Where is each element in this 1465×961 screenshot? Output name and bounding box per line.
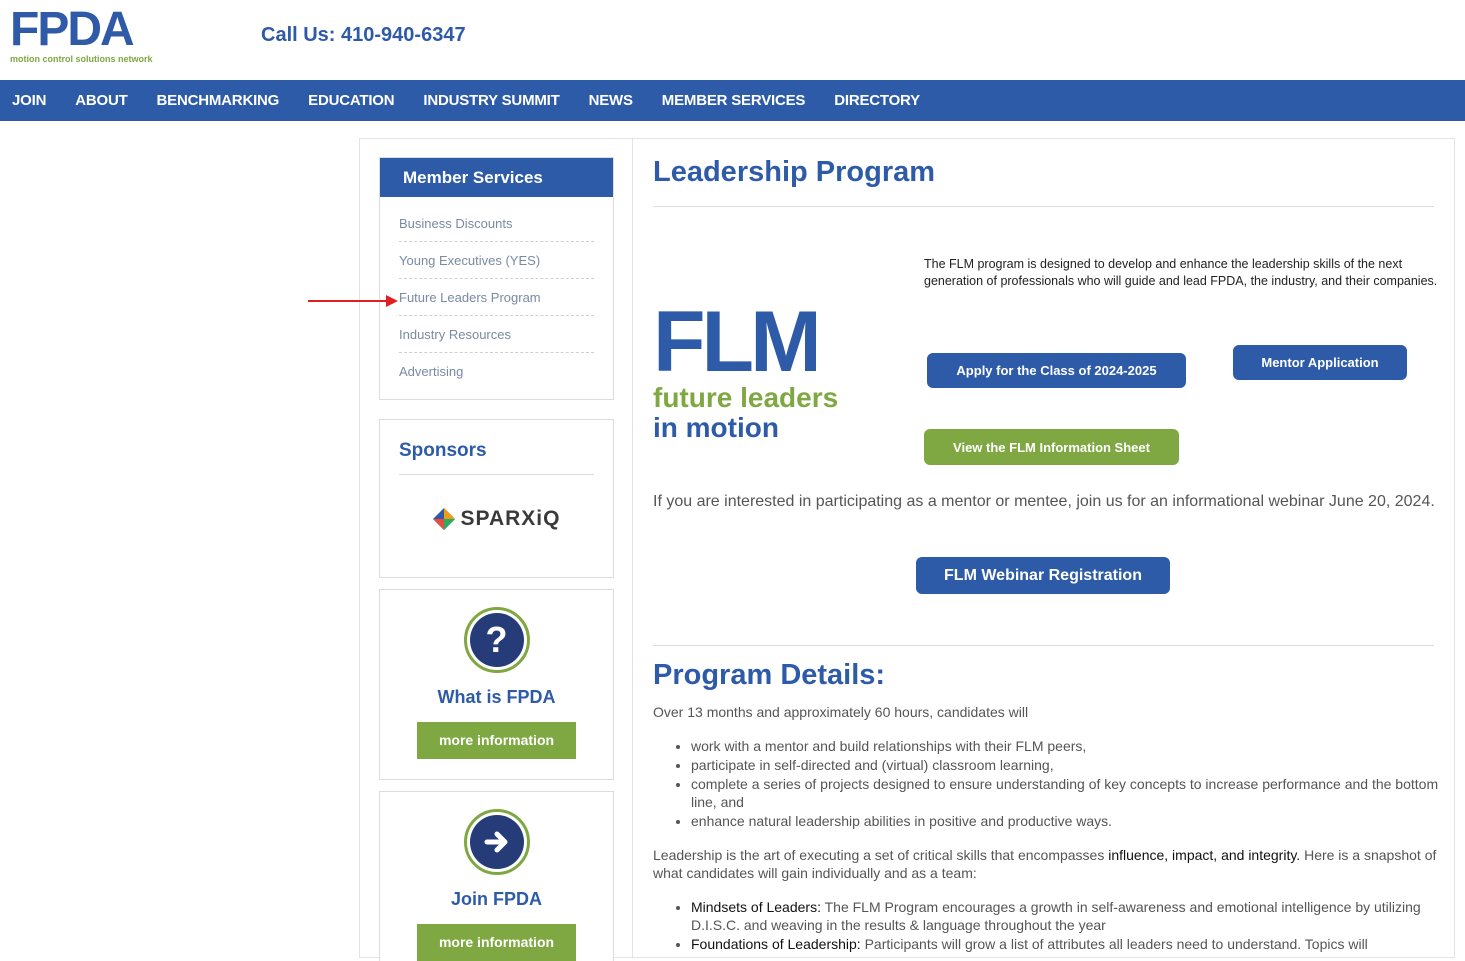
what-is-more-info-button[interactable]: more information	[417, 722, 576, 759]
what-is-fpda-title: What is FPDA	[437, 687, 556, 707]
join-fpda-box: Join FPDA more information	[379, 791, 614, 961]
sidebar-item-advertising[interactable]: Advertising	[399, 353, 594, 390]
nav-member-services[interactable]: MEMBER SERVICES	[662, 92, 806, 109]
section-divider	[653, 645, 1434, 646]
nav-education[interactable]: EDUCATION	[308, 92, 394, 109]
apply-class-button[interactable]: Apply for the Class of 2024-2025	[927, 353, 1186, 388]
title-divider	[653, 206, 1434, 207]
join-fpda-title: Join FPDA	[450, 889, 542, 909]
sidebar-item-future-leaders[interactable]: Future Leaders Program	[399, 279, 594, 316]
topic-label: Foundations of Leadership:	[691, 936, 861, 952]
list-item: participate in self-directed and (virtua…	[691, 756, 1443, 774]
nav-directory[interactable]: DIRECTORY	[834, 92, 920, 109]
nav-join[interactable]: JOIN	[12, 92, 46, 109]
sparxiq-diamond-icon	[432, 508, 455, 530]
list-item: Foundations of Leadership: Participants …	[691, 935, 1443, 953]
details-intro: Over 13 months and approximately 60 hour…	[653, 704, 1029, 720]
nav-about[interactable]: ABOUT	[75, 92, 128, 109]
member-services-box: Member Services Business Discounts Young…	[379, 157, 614, 400]
flm-logo-line1: future leaders	[653, 382, 839, 413]
topic-text: Participants will grow a list of attribu…	[860, 936, 1368, 952]
list-item: Mindsets of Leaders: The FLM Program enc…	[691, 898, 1443, 934]
sponsors-title: Sponsors	[399, 440, 594, 475]
join-more-info-button[interactable]: more information	[417, 924, 576, 961]
mentor-application-button[interactable]: Mentor Application	[1233, 345, 1407, 380]
logo-tagline: motion control solutions network	[10, 54, 153, 64]
leadership-text-1: Leadership is the art of executing a set…	[653, 847, 1109, 863]
webinar-text: If you are interested in participating a…	[653, 493, 1435, 510]
list-item: complete a series of projects designed t…	[691, 775, 1443, 811]
fpda-logo[interactable]: FPDA motion control solutions network	[10, 3, 172, 65]
member-services-title: Member Services	[380, 158, 613, 197]
leadership-emphasis: influence, impact, and integrity.	[1108, 847, 1301, 863]
nav-benchmarking[interactable]: BENCHMARKING	[157, 92, 280, 109]
list-item: enhance natural leadership abilities in …	[691, 812, 1443, 830]
member-services-list: Business Discounts Young Executives (YES…	[380, 197, 613, 396]
nav-news[interactable]: NEWS	[589, 92, 633, 109]
arrow-right-circle-icon	[463, 809, 530, 875]
flm-logo: FLM future leaders in motion	[653, 294, 863, 443]
sparxiq-logo[interactable]: SPARXiQ	[380, 507, 613, 531]
webinar-registration-button[interactable]: FLM Webinar Registration	[916, 557, 1170, 594]
logo-wordmark: FPDA	[10, 3, 135, 56]
list-item: work with a mentor and build relationshi…	[691, 737, 1443, 755]
sponsors-box: Sponsors SPARXiQ	[379, 419, 614, 578]
topics-list: Mindsets of Leaders: The FLM Program enc…	[691, 898, 1443, 953]
leadership-paragraph: Leadership is the art of executing a set…	[653, 846, 1443, 882]
red-arrow-annotation	[308, 295, 398, 307]
page-title: Leadership Program	[653, 156, 936, 188]
sparxiq-wordmark: SPARXiQ	[460, 507, 561, 530]
flm-info-sheet-button[interactable]: View the FLM Information Sheet	[924, 429, 1179, 465]
what-is-fpda-box: ? What is FPDA more information	[379, 589, 614, 780]
sidebar-item-industry-resources[interactable]: Industry Resources	[399, 316, 594, 353]
sidebar-item-young-executives[interactable]: Young Executives (YES)	[399, 242, 594, 279]
main-nav: JOIN ABOUT BENCHMARKING EDUCATION INDUST…	[0, 80, 1465, 121]
program-details-title: Program Details:	[653, 659, 886, 691]
column-divider	[632, 138, 633, 958]
flm-logo-line2: in motion	[653, 412, 779, 443]
nav-industry-summit[interactable]: INDUSTRY SUMMIT	[423, 92, 559, 109]
question-circle-icon: ?	[463, 607, 530, 673]
topic-label: Mindsets of Leaders:	[691, 899, 821, 915]
program-details-body: Over 13 months and approximately 60 hour…	[653, 703, 1443, 954]
call-us-phone[interactable]: Call Us: 410-940-6347	[261, 24, 466, 47]
flm-logo-letters: FLM	[653, 294, 822, 390]
program-intro: The FLM program is designed to develop a…	[924, 257, 1438, 288]
site-header: FPDA motion control solutions network Ca…	[0, 0, 1465, 80]
details-list: work with a mentor and build relationshi…	[691, 737, 1443, 830]
sidebar-item-business-discounts[interactable]: Business Discounts	[399, 205, 594, 242]
